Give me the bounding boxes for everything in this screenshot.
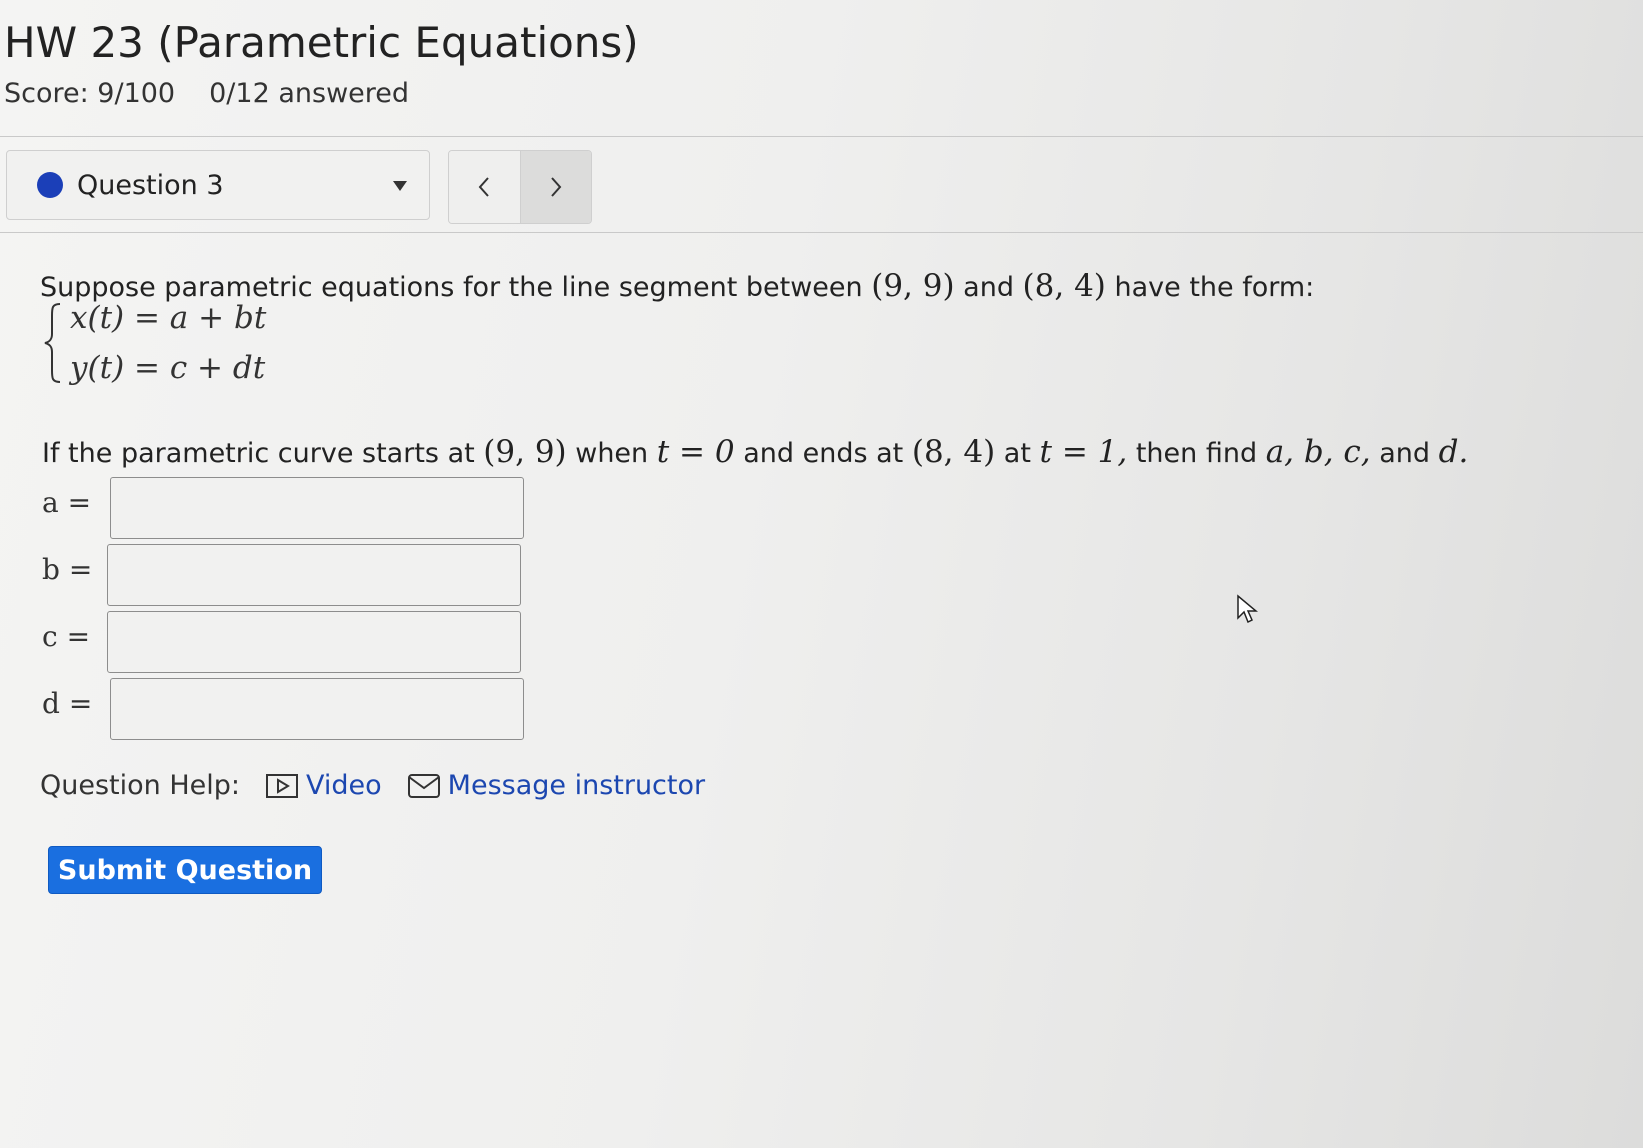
next-question-button[interactable] (520, 151, 591, 223)
instruction-text: then find (1135, 438, 1258, 469)
answer-a-input[interactable] (110, 477, 524, 539)
previous-question-button[interactable] (449, 151, 521, 223)
instruction-text: If the parametric curve starts at (42, 438, 475, 469)
score-summary: Score: 9/100 0/12 answered (4, 78, 409, 109)
instruction-end-point: (8, 4) (911, 434, 996, 470)
question-pager (448, 150, 592, 224)
video-icon (266, 773, 298, 798)
left-brace-icon (44, 303, 61, 383)
prompt-form: have the form: (1114, 272, 1315, 303)
message-instructor-label: Message instructor (447, 770, 706, 801)
question-instruction: If the parametric curve starts at (9, 9)… (42, 434, 1468, 470)
instruction-text: at (1003, 438, 1031, 469)
header-divider (0, 136, 1643, 137)
page-title: HW 23 (Parametric Equations) (4, 18, 639, 67)
instruction-t1: t = 1, (1039, 434, 1128, 470)
answer-d-input[interactable] (110, 678, 524, 740)
message-instructor-link[interactable]: Message instructor (407, 770, 706, 801)
answer-b-input[interactable] (107, 544, 521, 606)
question-help: Question Help: Video Message instructor (40, 770, 705, 801)
chevron-left-icon (478, 177, 489, 197)
answer-label-b: b = (42, 553, 93, 586)
instruction-t0: t = 0 (656, 434, 735, 470)
point-start: (9, 9) (871, 268, 955, 304)
chevron-right-icon (551, 177, 562, 197)
nav-divider (0, 232, 1643, 233)
caret-down-icon (393, 181, 407, 191)
mail-icon (407, 773, 440, 798)
question-selector-label: Question 3 (77, 169, 224, 201)
submit-question-button[interactable]: Submit Question (48, 846, 322, 894)
equation-y: y(t) = c + dt (70, 350, 266, 386)
video-link-label: Video (306, 770, 382, 801)
equation-x: x(t) = a + bt (70, 300, 267, 336)
instruction-text: and ends at (743, 438, 904, 469)
video-link[interactable]: Video (266, 770, 382, 801)
instruction-text: and (1379, 438, 1431, 469)
point-end: (8, 4) (1022, 268, 1106, 304)
answered-count: 0/12 answered (209, 78, 410, 109)
question-help-label: Question Help: (40, 770, 240, 801)
prompt-text: Suppose parametric equations for the lin… (40, 272, 863, 303)
instruction-last-var: d. (1438, 434, 1469, 470)
answer-c-input[interactable] (107, 611, 521, 673)
instruction-start-point: (9, 9) (483, 434, 567, 470)
question-status-dot (37, 172, 63, 198)
instruction-text: when (575, 438, 649, 469)
instruction-vars: a, b, c, (1265, 434, 1371, 470)
mouse-cursor-icon (1237, 594, 1258, 624)
answer-label-c: c = (42, 620, 91, 653)
question-selector[interactable]: Question 3 (6, 150, 430, 220)
question-prompt: Suppose parametric equations for the lin… (40, 268, 1314, 304)
score-text: Score: 9/100 (4, 78, 176, 109)
prompt-and: and (963, 272, 1014, 303)
answer-label-a: a = (42, 486, 92, 519)
answer-label-d: d = (42, 687, 93, 720)
